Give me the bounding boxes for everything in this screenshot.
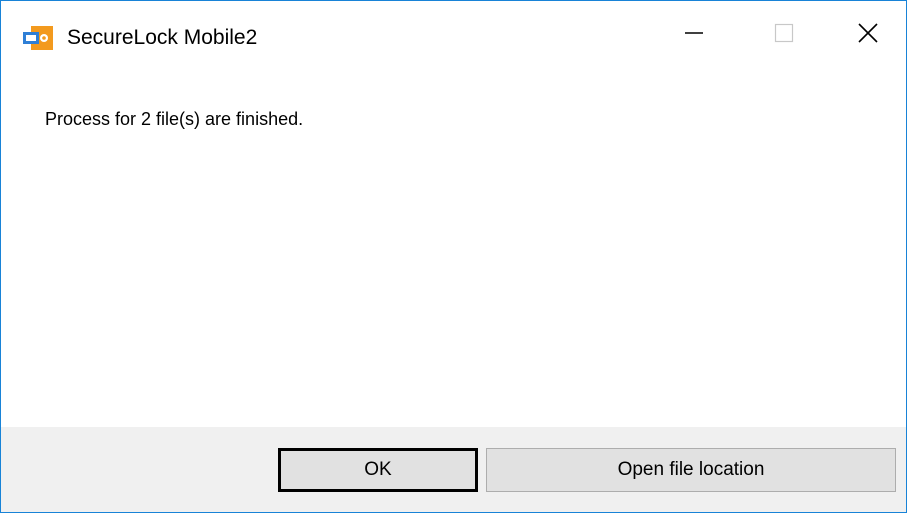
status-message: Process for 2 file(s) are finished.	[45, 109, 304, 129]
close-icon	[857, 22, 879, 49]
minimize-icon	[683, 22, 705, 49]
ok-button[interactable]: OK	[278, 448, 478, 492]
dialog-footer: OK Open file location	[1, 427, 906, 512]
maximize-icon	[773, 22, 795, 49]
open-file-location-button[interactable]: Open file location	[486, 448, 896, 492]
close-button[interactable]	[829, 1, 906, 69]
maximize-button[interactable]	[739, 1, 829, 69]
window-title: SecureLock Mobile2	[67, 26, 258, 49]
dialog-content: Process for 2 file(s) are finished.	[1, 71, 906, 427]
dialog-window: SecureLock Mobile2 Process for 2 file(s)…	[0, 0, 907, 513]
securelock-app-icon	[23, 26, 53, 50]
minimize-button[interactable]	[649, 1, 739, 69]
title-bar[interactable]: SecureLock Mobile2	[1, 1, 906, 71]
